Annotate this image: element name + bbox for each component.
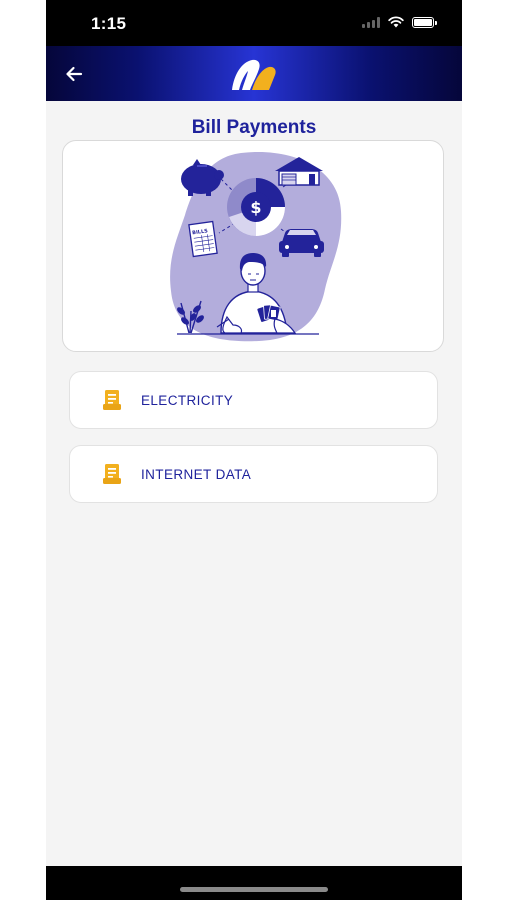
battery-icon [412,16,437,28]
menu-item-label: INTERNET DATA [141,466,252,482]
arrow-left-icon [66,66,83,82]
page-title: Bill Payments [191,117,317,138]
bill-payments-illustration: $ BILLS [170,151,342,342]
car-icon [279,229,324,257]
receipt-icon [101,389,123,411]
app-header [46,46,462,101]
wifi-icon [388,16,404,28]
brand-logo [232,59,276,90]
status-bar: 1:15 [46,0,462,46]
donut-chart-graphic: $ [227,178,285,236]
menu-item-electricity[interactable]: ELECTRICITY [69,371,438,429]
menu-item-internet-data[interactable]: INTERNET DATA [69,445,438,503]
home-indicator[interactable] [180,887,328,892]
menu-item-label: ELECTRICITY [141,392,234,408]
status-icons [362,16,437,28]
bill-payments-illustration-card: $ BILLS [62,140,444,352]
status-time: 1:15 [91,14,127,33]
receipt-icon [101,463,123,485]
svg-text:$: $ [250,198,261,217]
bills-paper-icon: BILLS [188,220,218,258]
bottom-bar [46,866,462,900]
phone-screen: 1:15 Bill Payments $ BILLS ELECTRICITY I… [46,0,462,900]
back-button[interactable] [60,60,88,88]
signal-icon [362,16,380,28]
